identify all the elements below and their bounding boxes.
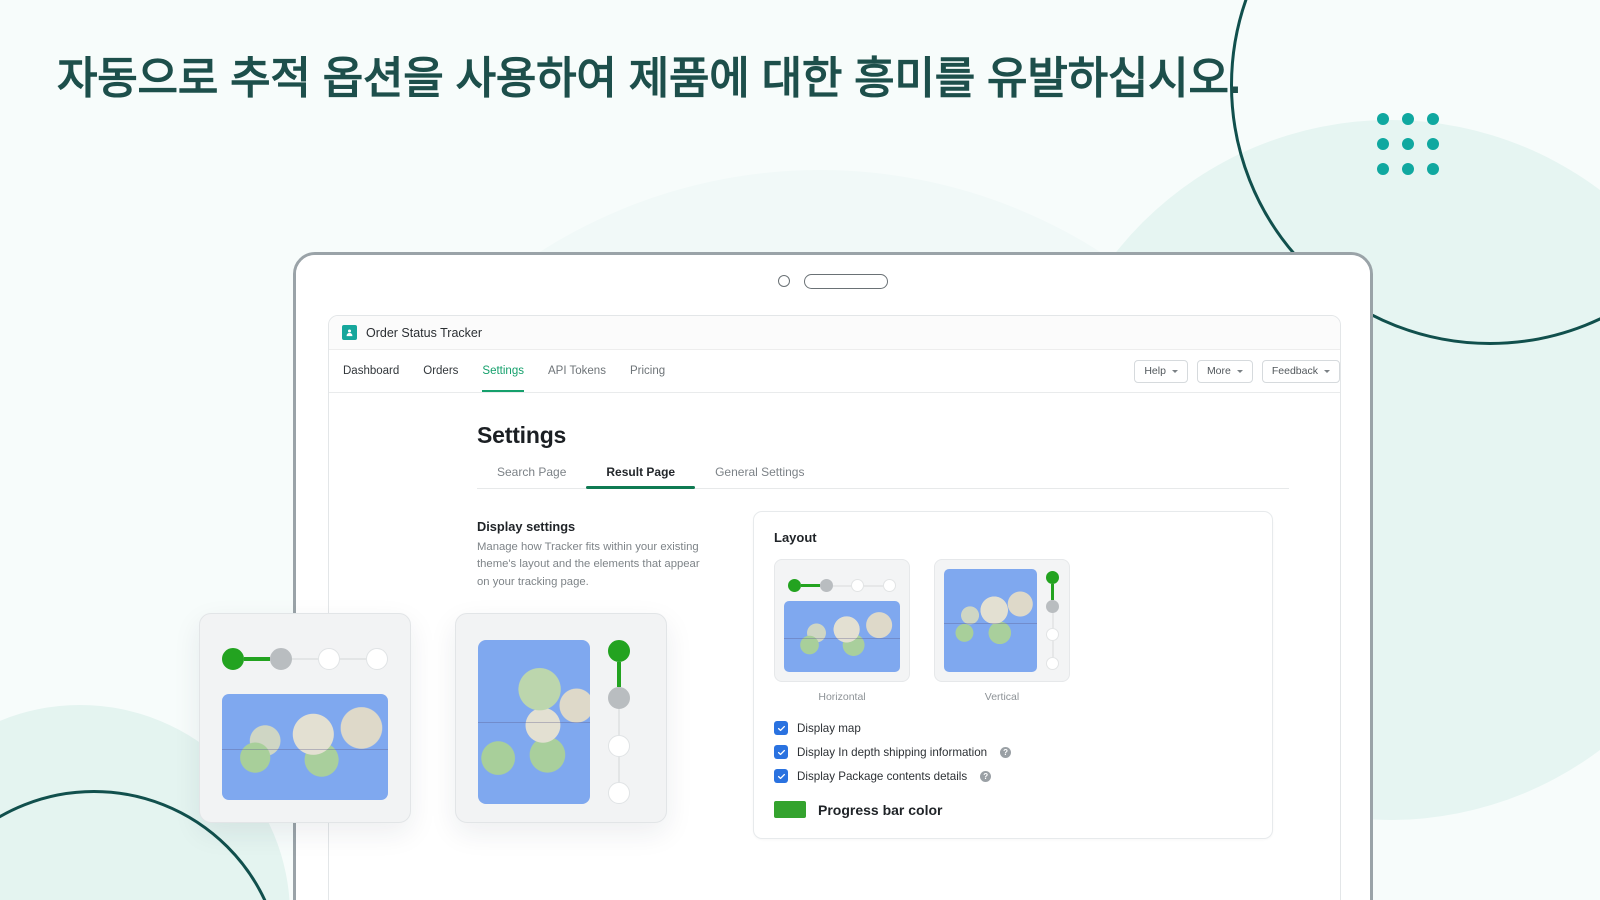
progress-bar-color-row[interactable]: Progress bar color <box>774 801 1252 818</box>
layout-option-vertical[interactable]: Vertical <box>934 559 1070 703</box>
floating-vertical-step-track <box>608 640 630 804</box>
page-headline: 자동으로 추적 옵션을 사용하여 제품에 대한 흥미를 유발하십시오. <box>57 54 1241 103</box>
floating-horizontal-step-track <box>222 648 388 670</box>
layout-options: Horizontal Vertical <box>774 559 1252 703</box>
nav-item-api-tokens[interactable]: API Tokens <box>548 350 606 392</box>
app-topbar: Order Status Tracker <box>329 316 1340 350</box>
display-options-list: Display map Display In depth shipping in… <box>774 721 1252 783</box>
map-preview <box>222 694 388 800</box>
dot-grid-icon <box>1377 113 1439 175</box>
step-dot-pending <box>883 579 897 592</box>
step-line-completed <box>617 662 621 688</box>
step-dot-pending <box>1046 628 1059 642</box>
floating-horizontal-preview <box>199 613 411 823</box>
app-navbar: Dashboard Orders Settings API Tokens Pri… <box>329 350 1340 393</box>
step-line <box>1051 612 1054 629</box>
nav-actions: Help More Feedback <box>1134 350 1340 392</box>
map-preview <box>478 640 590 804</box>
step-line-completed <box>801 584 820 587</box>
checkbox-row-shipping-info[interactable]: Display In depth shipping information ? <box>774 745 1252 759</box>
step-line <box>618 756 620 782</box>
map-thumbnail <box>944 569 1037 672</box>
step-dot-completed <box>788 579 801 592</box>
nav-items: Dashboard Orders Settings API Tokens Pri… <box>343 350 665 392</box>
display-settings-title: Display settings <box>477 519 576 534</box>
help-circle-icon[interactable]: ? <box>980 770 992 782</box>
step-dot-pending <box>1046 657 1059 671</box>
map-thumbnail <box>784 601 900 672</box>
feedback-button[interactable]: Feedback <box>1261 359 1340 383</box>
layout-option-horizontal[interactable]: Horizontal <box>774 559 910 703</box>
floating-vertical-wrap <box>478 640 640 804</box>
help-button-label: Help <box>1144 365 1166 377</box>
step-dot-current <box>608 687 630 710</box>
step-dot-pending <box>318 648 340 670</box>
step-dot-pending <box>608 781 630 804</box>
tab-search-page[interactable]: Search Page <box>477 465 586 488</box>
floating-vertical-preview <box>455 613 667 823</box>
chevron-down-icon <box>1171 369 1178 373</box>
step-line-completed <box>1051 584 1054 600</box>
settings-tabs: Search Page Result Page General Settings <box>477 465 1289 489</box>
checkbox-row-display-map[interactable]: Display map <box>774 721 1252 735</box>
vertical-step-track <box>1045 569 1060 672</box>
vertical-preview-frame <box>934 559 1070 682</box>
laptop-bezel <box>296 255 1370 307</box>
chevron-down-icon <box>1236 369 1243 373</box>
step-line-completed <box>244 657 270 661</box>
display-settings-description: Manage how Tracker fits within your exis… <box>477 541 700 588</box>
help-circle-icon[interactable]: ? <box>1000 746 1012 758</box>
layout-option-caption-horizontal: Horizontal <box>818 691 866 703</box>
checkbox-checked-icon[interactable] <box>774 745 788 759</box>
step-dot-completed <box>608 640 630 662</box>
step-dot-current <box>819 579 833 592</box>
step-line <box>340 658 366 660</box>
progress-bar-color-label: Progress bar color <box>818 801 943 818</box>
chevron-down-icon <box>1324 369 1330 373</box>
nav-item-orders[interactable]: Orders <box>423 350 458 392</box>
feedback-button-label: Feedback <box>1271 365 1318 377</box>
step-line <box>292 658 318 660</box>
color-swatch[interactable] <box>774 801 806 818</box>
speaker-icon <box>804 273 888 289</box>
step-dot-completed <box>1046 571 1059 584</box>
layout-option-caption-vertical: Vertical <box>984 691 1020 703</box>
step-line <box>618 709 620 735</box>
step-line <box>864 584 884 587</box>
horizontal-step-track <box>784 569 900 597</box>
app-window-title: Order Status Tracker <box>366 325 483 340</box>
checkbox-checked-icon[interactable] <box>774 721 788 735</box>
layout-card-title: Layout <box>774 530 817 545</box>
tab-result-page[interactable]: Result Page <box>586 465 695 489</box>
checkbox-row-package-contents[interactable]: Display Package contents details ? <box>774 769 1252 783</box>
layout-card: Layout Horizontal Vertical Display map D… <box>753 511 1273 839</box>
horizontal-preview-frame <box>774 559 910 682</box>
page-title: Settings <box>477 422 567 448</box>
step-dot-current <box>270 648 292 670</box>
step-dot-pending <box>366 648 388 670</box>
step-dot-pending <box>851 579 865 592</box>
step-line <box>832 584 852 587</box>
checkbox-label-package-contents: Display Package contents details <box>797 769 968 783</box>
help-button[interactable]: Help <box>1134 359 1188 383</box>
more-button[interactable]: More <box>1196 359 1253 383</box>
checkbox-label-shipping-info: Display In depth shipping information <box>797 745 988 759</box>
step-dot-current <box>1046 599 1059 613</box>
step-line <box>1051 641 1054 658</box>
camera-icon <box>778 275 790 287</box>
checkbox-checked-icon[interactable] <box>774 769 788 783</box>
step-dot-completed <box>222 648 244 670</box>
nav-item-dashboard[interactable]: Dashboard <box>343 350 399 392</box>
app-logo-icon <box>342 325 357 340</box>
step-dot-pending <box>608 734 630 757</box>
checkbox-label-display-map: Display map <box>797 721 861 735</box>
nav-item-pricing[interactable]: Pricing <box>630 350 665 392</box>
more-button-label: More <box>1206 365 1231 377</box>
tab-general-settings[interactable]: General Settings <box>695 465 824 488</box>
nav-item-settings[interactable]: Settings <box>482 350 524 392</box>
